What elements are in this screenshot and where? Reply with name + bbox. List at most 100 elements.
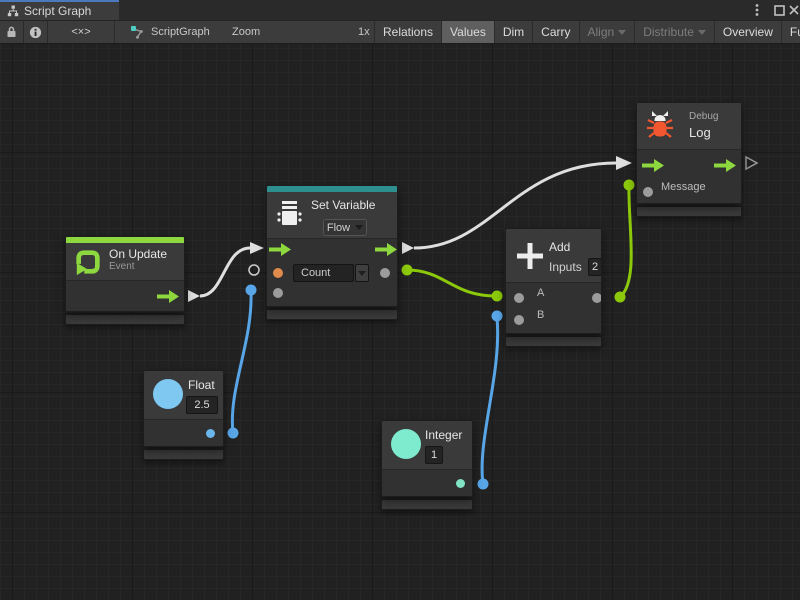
- distribute-dropdown-button[interactable]: Distribute: [634, 21, 714, 43]
- sum-output-port[interactable]: [592, 293, 602, 303]
- node-title: Add: [549, 240, 570, 254]
- window-tab-bar: Script Graph: [0, 0, 800, 20]
- info-button[interactable]: [24, 21, 48, 43]
- input-a-port[interactable]: [514, 293, 524, 303]
- window-close-button[interactable]: [787, 0, 800, 20]
- node-set-variable[interactable]: Set Variable Flow Count: [266, 185, 398, 320]
- flow-output-port[interactable]: [714, 159, 736, 172]
- chevron-down-icon: [358, 271, 366, 276]
- chevron-down-icon: [355, 225, 363, 230]
- graph-asset-name[interactable]: ScriptGraph: [151, 21, 210, 43]
- chevron-down-icon: [698, 30, 706, 35]
- node-add[interactable]: Add Inputs 2 A B: [505, 228, 602, 347]
- inputs-count-field[interactable]: 2: [588, 258, 602, 276]
- value-endpoint: [402, 265, 413, 276]
- node-footer[interactable]: [636, 206, 742, 217]
- message-label: Message: [661, 181, 706, 193]
- value-input-port[interactable]: [273, 288, 283, 298]
- overview-button[interactable]: Overview: [714, 21, 781, 43]
- window-menu-button[interactable]: [749, 0, 765, 20]
- inputs-label: Inputs: [549, 260, 582, 274]
- node-category: Debug: [689, 111, 718, 122]
- variable-name-dropdown[interactable]: Count: [293, 264, 354, 282]
- value-endpoint: [246, 285, 257, 296]
- script-graph-asset-icon: [130, 25, 145, 40]
- align-dropdown-button[interactable]: Align: [579, 21, 635, 43]
- info-icon: [29, 26, 42, 39]
- add-plus-icon: [515, 241, 545, 271]
- zoom-label: Zoom: [232, 21, 260, 43]
- full-screen-button[interactable]: Full Screen: [781, 21, 800, 43]
- dim-button[interactable]: Dim: [494, 21, 532, 43]
- relations-button[interactable]: Relations: [374, 21, 441, 43]
- node-title: Float: [188, 378, 215, 392]
- on-update-loop-icon: [74, 248, 102, 276]
- variable-name-port[interactable]: [273, 268, 283, 278]
- unconnected-port-circle[interactable]: [249, 265, 259, 275]
- node-footer[interactable]: [266, 309, 398, 320]
- float-output-port[interactable]: [206, 429, 215, 438]
- values-button[interactable]: Values: [441, 21, 494, 43]
- connection-value-setvariable-add-a[interactable]: [407, 270, 496, 296]
- connection-value-add-debuglog[interactable]: [620, 186, 631, 297]
- node-title: Integer: [425, 428, 462, 442]
- flow-output-port[interactable]: [157, 290, 179, 303]
- integer-type-icon: [391, 429, 421, 459]
- window-maximize-button[interactable]: [770, 0, 788, 20]
- tab-title: Script Graph: [24, 4, 91, 18]
- zoom-value: 1x: [358, 21, 370, 43]
- input-b-label: B: [537, 309, 544, 321]
- unconnected-flow-triangle[interactable]: [746, 157, 757, 169]
- node-on-update[interactable]: On Update Event: [65, 236, 185, 325]
- node-footer[interactable]: [505, 336, 602, 347]
- flow-output-port[interactable]: [375, 243, 397, 256]
- carry-button[interactable]: Carry: [532, 21, 578, 43]
- value-endpoint: [492, 291, 503, 302]
- node-footer[interactable]: [381, 499, 473, 510]
- value-endpoint: [492, 311, 503, 322]
- tab-script-graph[interactable]: Script Graph: [0, 0, 119, 20]
- flow-dest-arrow: [616, 156, 632, 170]
- close-icon: [789, 5, 799, 15]
- flow-input-port[interactable]: [269, 243, 291, 256]
- chevron-down-icon: [618, 30, 626, 35]
- graph-toolbar: <×> ScriptGraph Zoom 1x Relations Values…: [0, 20, 800, 44]
- variable-dropdown-button[interactable]: [355, 264, 369, 282]
- connection-flow-onupdate-setvariable[interactable]: [200, 248, 250, 296]
- lock-icon: [6, 26, 17, 38]
- value-output-port[interactable]: [380, 268, 390, 278]
- variable-kind-dropdown[interactable]: Flow: [323, 219, 367, 236]
- connection-value-float-setvariable[interactable]: [232, 291, 251, 433]
- code-preview-button[interactable]: <×>: [48, 21, 115, 43]
- node-debug-log[interactable]: Debug Log Message: [636, 102, 742, 217]
- flow-source-arrow: [188, 290, 200, 302]
- flow-input-port[interactable]: [642, 159, 664, 172]
- node-title: Set Variable: [311, 198, 375, 212]
- node-title: On Update: [109, 247, 167, 261]
- node-footer[interactable]: [143, 449, 224, 460]
- code-preview-label: <×>: [71, 26, 90, 38]
- set-variable-icon: [275, 199, 305, 229]
- node-footer[interactable]: [65, 314, 185, 325]
- input-b-port[interactable]: [514, 315, 524, 325]
- value-endpoint: [624, 180, 635, 191]
- lock-button[interactable]: [0, 21, 24, 43]
- debug-bug-icon: [645, 107, 675, 145]
- integer-value-field[interactable]: 1: [425, 446, 443, 464]
- node-title: Log: [689, 125, 711, 140]
- node-integer[interactable]: Integer 1: [381, 420, 473, 510]
- value-endpoint: [228, 428, 239, 439]
- message-input-port[interactable]: [643, 187, 653, 197]
- view-mode-buttons: Relations Values Dim Carry Align Distrib…: [374, 21, 800, 43]
- float-value-field[interactable]: 2.5: [186, 396, 218, 414]
- flow-dest-arrow: [250, 242, 264, 254]
- value-endpoint: [615, 292, 626, 303]
- graph-hierarchy-icon: [7, 5, 19, 17]
- value-endpoint: [478, 479, 489, 490]
- node-float[interactable]: Float 2.5: [143, 370, 224, 460]
- maximize-icon: [774, 5, 785, 16]
- integer-output-port[interactable]: [456, 479, 465, 488]
- flow-source-arrow: [402, 242, 414, 254]
- input-a-label: A: [537, 287, 544, 299]
- connection-value-integer-add-b[interactable]: [482, 317, 498, 484]
